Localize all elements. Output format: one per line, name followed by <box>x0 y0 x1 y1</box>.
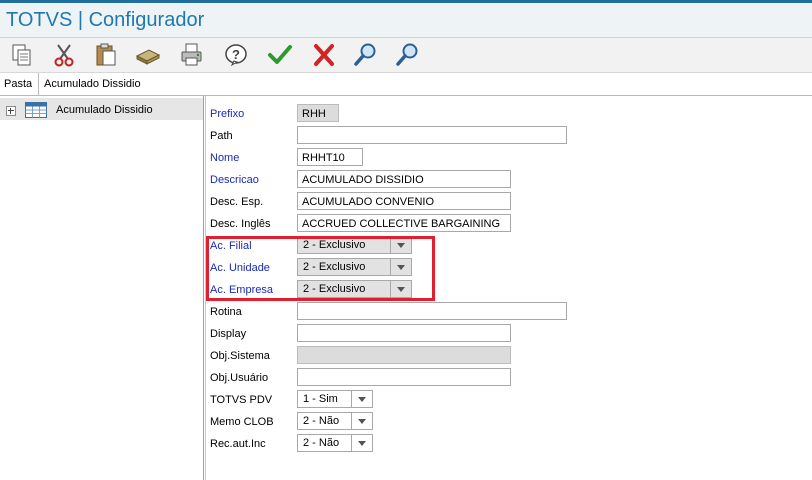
database-icon <box>135 49 161 65</box>
paste-icon <box>96 43 116 66</box>
descricao-label: Descricao <box>210 174 259 186</box>
search-button[interactable] <box>352 41 382 69</box>
memo-clob-value: 2 - Não <box>303 415 340 427</box>
cancel-icon <box>314 44 334 66</box>
rec-aut-inc-label: Rec.aut.Inc <box>210 438 266 450</box>
search-next-button[interactable] <box>394 41 424 69</box>
search-icon <box>354 43 376 66</box>
tree-item-acumulado-dissidio[interactable]: Acumulado Dissidio <box>0 98 203 120</box>
totvs-pdv-select[interactable]: 1 - Sim <box>297 390 373 408</box>
path-label: Path <box>210 130 233 142</box>
cut-button[interactable] <box>50 41 80 69</box>
print-icon <box>181 43 202 66</box>
prefixo-field[interactable]: RHH <box>297 104 339 122</box>
tree-panel: Acumulado Dissidio <box>0 96 204 480</box>
display-label: Display <box>210 328 247 340</box>
help-icon: ? <box>225 44 247 67</box>
path-field[interactable] <box>297 126 567 144</box>
path-divider <box>38 73 39 95</box>
rec-aut-inc-value: 2 - Não <box>303 437 340 449</box>
app-title: TOTVS | Configurador <box>6 9 205 31</box>
highlight-box <box>206 236 435 301</box>
memo-clob-select[interactable]: 2 - Não <box>297 412 373 430</box>
rec-aut-inc-select[interactable]: 2 - Não <box>297 434 373 452</box>
rotina-field[interactable] <box>297 302 567 320</box>
help-button[interactable]: ? <box>222 41 252 69</box>
copy-icon <box>12 44 31 66</box>
copy-button[interactable] <box>8 41 38 69</box>
confirm-icon <box>268 45 292 64</box>
display-field[interactable] <box>297 324 511 342</box>
obj-sistema-field[interactable] <box>297 346 511 364</box>
search-icon <box>396 43 418 66</box>
nome-label: Nome <box>210 152 240 164</box>
cancel-button[interactable] <box>310 41 340 69</box>
paste-button[interactable] <box>92 41 122 69</box>
table-icon <box>25 102 47 118</box>
obj-usuario-label: Obj.Usuário <box>210 372 269 384</box>
folder-path-value: Acumulado Dissidio <box>44 78 141 90</box>
descricao-field[interactable]: ACUMULADO DISSIDIO <box>297 170 511 188</box>
totvs-pdv-value: 1 - Sim <box>303 393 338 405</box>
nome-field[interactable]: RHHT10 <box>297 148 363 166</box>
toolbar: ? <box>0 38 812 73</box>
svg-text:?: ? <box>232 47 240 62</box>
database-button[interactable] <box>134 41 164 69</box>
chevron-down-icon[interactable] <box>351 391 372 407</box>
chevron-down-icon[interactable] <box>351 435 372 451</box>
rotina-label: Rotina <box>210 306 242 318</box>
obj-sistema-label: Obj.Sistema <box>210 350 270 362</box>
desc-ingles-field[interactable]: ACCRUED COLLECTIVE BARGAINING <box>297 214 511 232</box>
confirm-button[interactable] <box>266 41 296 69</box>
desc-esp-label: Desc. Esp. <box>210 196 264 208</box>
expand-icon[interactable] <box>6 106 16 116</box>
totvs-pdv-label: TOTVS PDV <box>210 394 273 406</box>
obj-usuario-field[interactable] <box>297 368 511 386</box>
desc-esp-field[interactable]: ACUMULADO CONVENIO <box>297 192 511 210</box>
memo-clob-label: Memo CLOB <box>210 416 274 428</box>
title-bar: TOTVS | Configurador <box>0 3 812 38</box>
chevron-down-icon[interactable] <box>351 413 372 429</box>
cut-icon <box>54 44 74 67</box>
print-button[interactable] <box>178 41 208 69</box>
prefixo-label: Prefixo <box>210 108 245 120</box>
tree-item-label: Acumulado Dissidio <box>56 104 153 116</box>
folder-path-bar: Pasta Acumulado Dissidio <box>0 73 812 96</box>
desc-ingles-label: Desc. Inglês <box>210 218 271 230</box>
folder-label: Pasta <box>4 78 33 90</box>
